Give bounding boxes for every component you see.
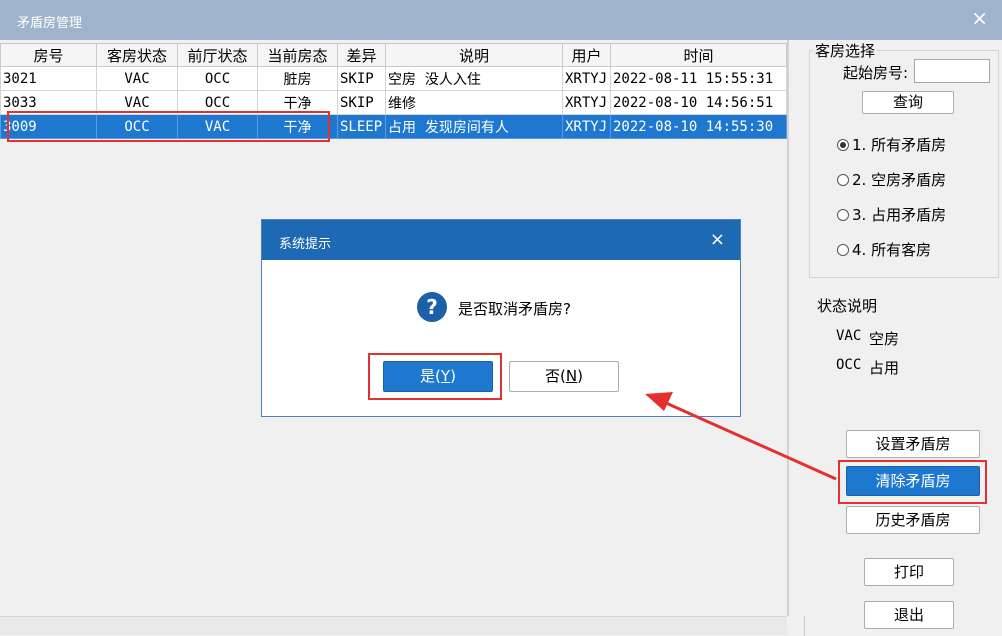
column-header[interactable]: 房号 <box>0 43 97 67</box>
status-legend-title: 状态说明 <box>817 297 878 315</box>
window-title: 矛盾房管理 <box>17 16 83 31</box>
radio-label: 4. 所有客房 <box>852 241 932 259</box>
status-occ-text: 占用 <box>869 359 900 377</box>
radio-checked-icon <box>837 138 849 151</box>
cell-user: XRTYJ <box>562 114 611 139</box>
vertical-scrollbar[interactable] <box>788 40 805 616</box>
cell-note: 维修 <box>385 90 563 115</box>
annotation-clear-highlight <box>838 460 987 504</box>
set-conflict-button[interactable]: 设置矛盾房 <box>846 430 980 458</box>
column-header[interactable]: 当前房态 <box>257 43 338 67</box>
annotation-yes-highlight <box>368 353 502 400</box>
column-header[interactable]: 客房状态 <box>96 43 178 67</box>
radio-unchecked-icon <box>837 208 849 221</box>
cell-note: 空房 没人入住 <box>385 66 563 91</box>
radio-label: 2. 空房矛盾房 <box>852 171 947 189</box>
radio-label: 1. 所有矛盾房 <box>852 136 947 154</box>
no-hotkey: N <box>565 367 578 385</box>
print-button[interactable]: 打印 <box>864 558 954 586</box>
cell-user: XRTYJ <box>562 66 611 91</box>
cell-diff: SKIP <box>337 90 386 115</box>
cell-room: 3021 <box>0 66 97 91</box>
column-header[interactable]: 说明 <box>385 43 563 67</box>
column-header[interactable]: 用户 <box>562 43 611 67</box>
column-header[interactable]: 时间 <box>610 43 787 67</box>
cell-room-status: VAC <box>96 66 178 91</box>
cell-user: XRTYJ <box>562 90 611 115</box>
table-header-row: 房号 客房状态 前厅状态 当前房态 差异 说明 用户 时间 <box>0 43 787 67</box>
cell-diff: SKIP <box>337 66 386 91</box>
status-vac-text: 空房 <box>869 330 900 348</box>
radio-label: 3. 占用矛盾房 <box>852 206 947 224</box>
cell-note: 占用 发现房间有人 <box>385 114 563 139</box>
status-occ-code: OCC <box>836 357 862 373</box>
no-label-end: ) <box>577 367 583 385</box>
no-button[interactable]: 否(N) <box>509 361 619 392</box>
horizontal-scrollbar[interactable] <box>0 616 787 635</box>
radio-vacant-conflict[interactable]: 2. 空房矛盾房 <box>837 169 946 190</box>
cell-time: 2022-08-11 15:55:31 <box>610 66 787 91</box>
radio-unchecked-icon <box>837 173 849 186</box>
dialog-titlebar: 系统提示 × <box>262 220 740 260</box>
window-titlebar: 矛盾房管理 × <box>0 0 1002 40</box>
question-icon: ? <box>417 292 447 322</box>
column-header[interactable]: 差异 <box>337 43 386 67</box>
query-button[interactable]: 查询 <box>862 91 954 114</box>
start-room-label: 起始房号: <box>843 64 909 82</box>
dialog-title: 系统提示 <box>279 237 332 252</box>
radio-all-conflict[interactable]: 1. 所有矛盾房 <box>837 134 946 155</box>
cell-time: 2022-08-10 14:56:51 <box>610 90 787 115</box>
radio-all-rooms[interactable]: 4. 所有客房 <box>837 239 931 260</box>
cell-time: 2022-08-10 14:55:30 <box>610 114 787 139</box>
radio-unchecked-icon <box>837 243 849 256</box>
cell-diff: SLEEP <box>337 114 386 139</box>
start-room-input[interactable] <box>914 59 990 83</box>
table-row[interactable]: 3021 VAC OCC 脏房 SKIP 空房 没人入住 XRTYJ 2022-… <box>0 66 787 91</box>
status-vac-code: VAC <box>836 328 862 344</box>
room-selection-title: 客房选择 <box>813 40 878 61</box>
column-header[interactable]: 前厅状态 <box>177 43 258 67</box>
dialog-message: 是否取消矛盾房? <box>458 300 571 318</box>
exit-button[interactable]: 退出 <box>864 601 954 629</box>
close-icon[interactable]: × <box>710 229 725 250</box>
cell-current-status: 脏房 <box>257 66 338 91</box>
close-icon[interactable]: × <box>971 8 988 28</box>
cell-front-status: OCC <box>177 66 258 91</box>
radio-occupied-conflict[interactable]: 3. 占用矛盾房 <box>837 204 946 225</box>
history-conflict-button[interactable]: 历史矛盾房 <box>846 506 980 534</box>
annotation-row-highlight <box>7 111 330 142</box>
no-label: 否( <box>545 367 566 385</box>
